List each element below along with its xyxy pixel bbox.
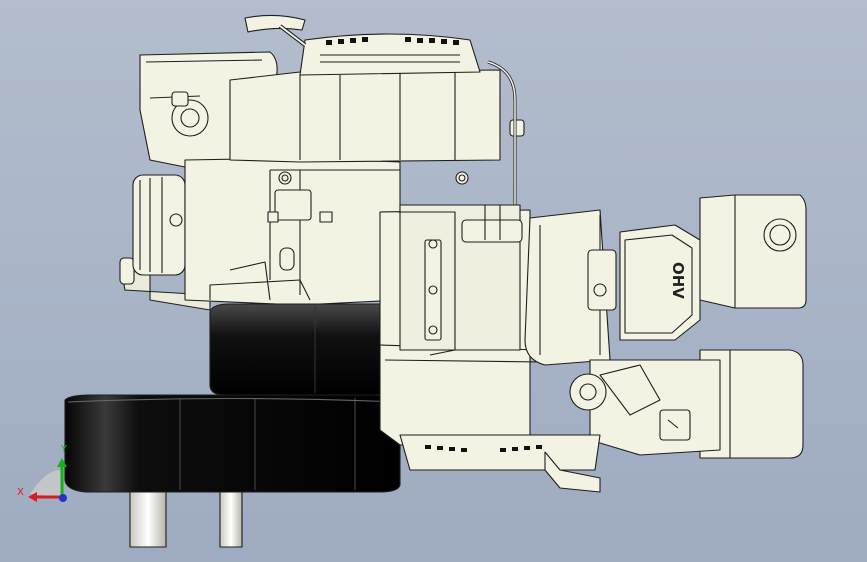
- y-axis-label: Y: [60, 444, 68, 455]
- engine-base: [64, 394, 401, 493]
- cad-viewport[interactable]: OHV X Y: [0, 0, 867, 562]
- coordinate-triad: X Y: [17, 444, 68, 502]
- valve-cover: [619, 224, 701, 341]
- air-filter: [699, 194, 807, 309]
- starter-handle[interactable]: [244, 14, 306, 33]
- crankshaft-left: [129, 491, 167, 548]
- z-axis-dot: [59, 494, 67, 502]
- x-axis-label: X: [17, 487, 24, 498]
- crankshaft-right: [219, 491, 243, 548]
- engine-model[interactable]: OHV X Y: [0, 0, 867, 562]
- valve-cover-label: OHV: [669, 262, 687, 299]
- crankcase: [184, 157, 401, 306]
- bottom-grille: [399, 434, 601, 471]
- blower-housing: [229, 69, 501, 163]
- engine-mount-upper: [209, 303, 388, 396]
